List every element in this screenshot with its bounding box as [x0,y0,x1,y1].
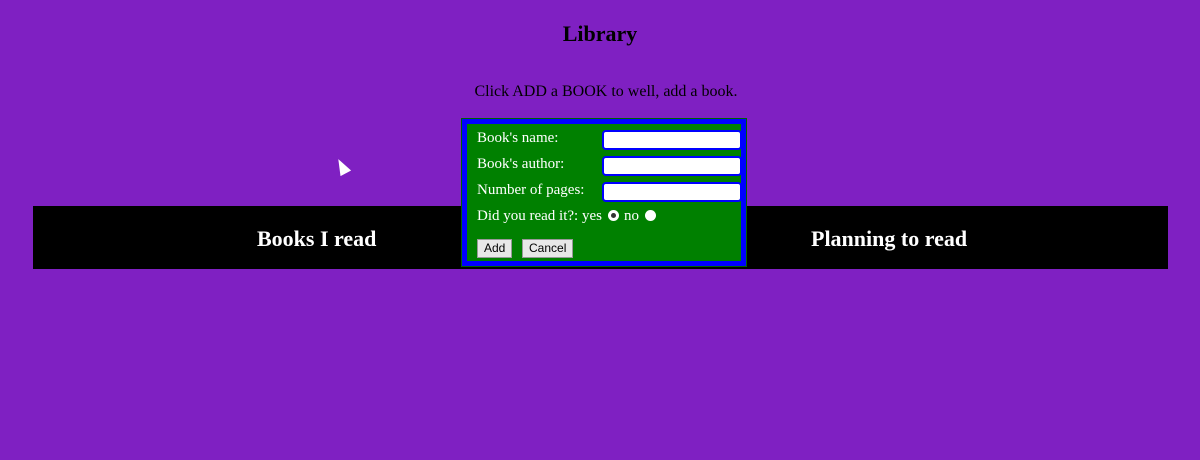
intro-text: Click ADD a BOOK to well, add a book. [474,83,738,100]
books-read-heading: Books I read [257,226,377,251]
author-label: Book's author: [477,156,565,172]
cancel-button[interactable]: Cancel [522,239,574,258]
pages-label: Number of pages: [477,182,585,198]
add-button[interactable]: Add [477,239,513,258]
yes-radio[interactable] [607,209,619,221]
no-radio[interactable] [644,209,656,221]
planning-heading: Planning to read [811,226,968,251]
mouse-cursor-icon [333,156,352,177]
yes-label: yes [581,208,602,224]
read-label: Did you read it?: [477,208,579,224]
name-label: Book's name: [477,130,559,146]
name-input[interactable] [602,130,742,150]
author-input[interactable] [602,156,742,176]
pages-input[interactable] [602,182,742,202]
no-label: no [623,208,639,224]
page-title: Library [562,21,638,46]
add-book-form: Book's name: Book's author: Number of pa… [461,118,747,267]
